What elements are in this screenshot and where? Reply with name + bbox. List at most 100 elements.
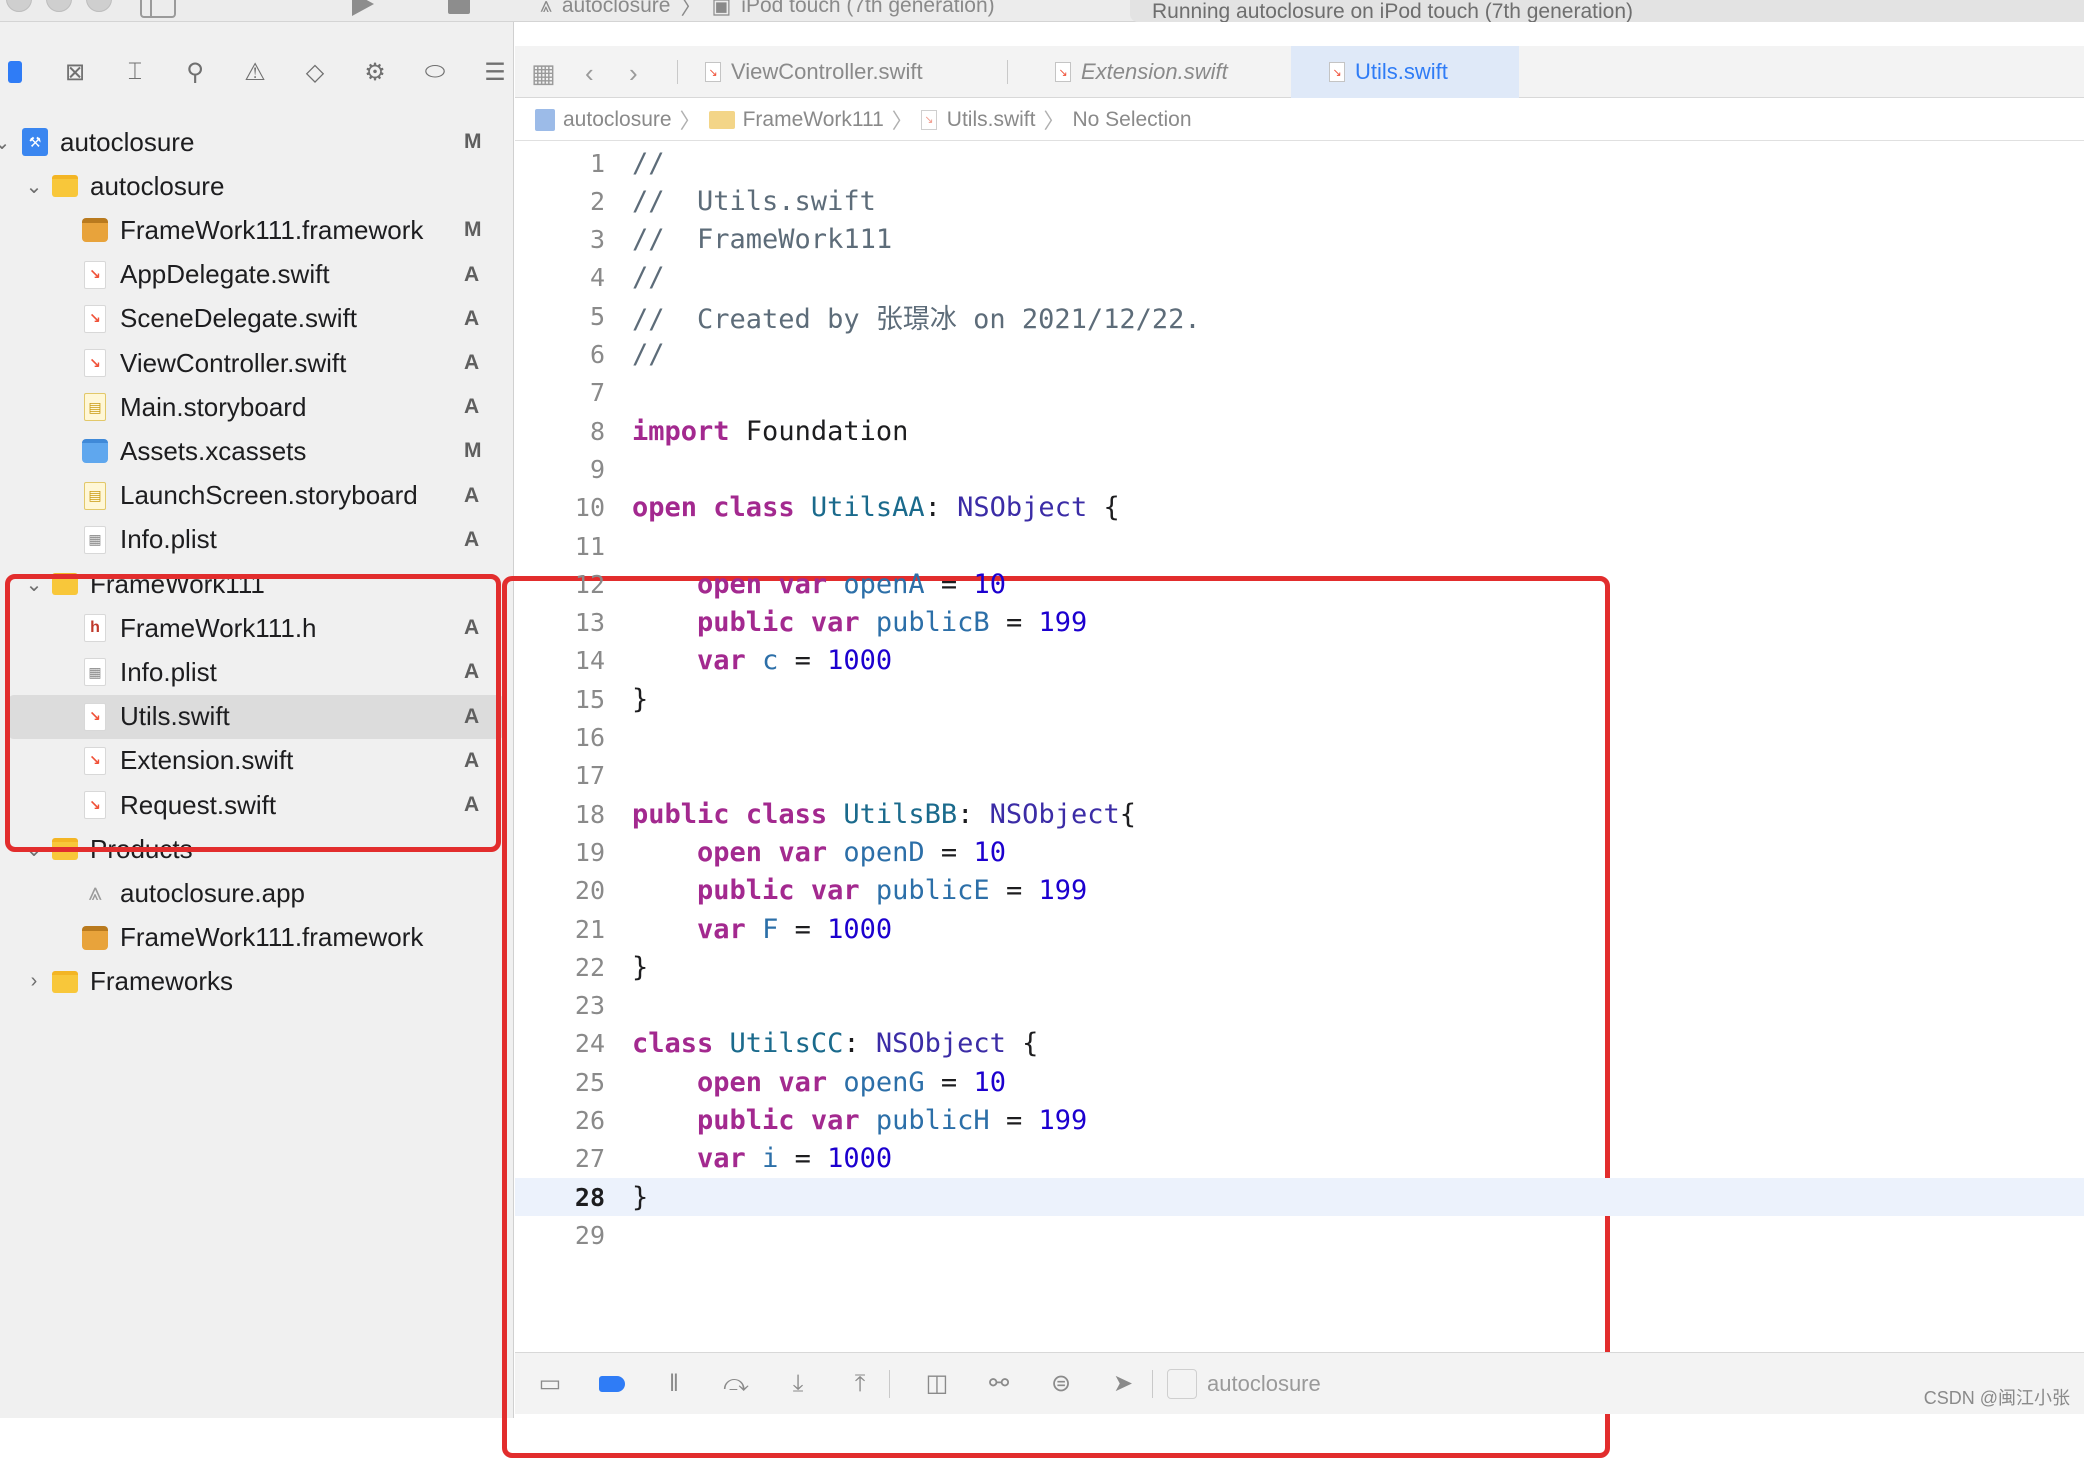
chevron-down-icon[interactable]: ⌄ bbox=[24, 174, 44, 199]
code-line[interactable]: 5// Created by 张璟冰 on 2021/12/22. bbox=[515, 297, 2084, 335]
tree-item-framework111-framework[interactable]: FrameWork111.frameworkM bbox=[8, 208, 504, 252]
code-text: // Created by 张璟冰 on 2021/12/22. bbox=[632, 297, 1201, 336]
breakpoints-toggle-icon[interactable] bbox=[597, 1369, 627, 1399]
jumpbar-group[interactable]: FrameWork111 bbox=[709, 108, 884, 132]
code-line[interactable]: 25 open var openG = 10 bbox=[515, 1063, 2084, 1101]
sidebar-toggle-icon[interactable] bbox=[140, 0, 176, 18]
environment-overrides-icon[interactable]: ⊜ bbox=[1046, 1369, 1076, 1399]
tree-item-scenedelegate-swift[interactable]: ↘SceneDelegate.swiftA bbox=[8, 297, 504, 341]
zoom-window-button[interactable] bbox=[86, 0, 112, 12]
tree-item-info-plist[interactable]: ▦Info.plistA bbox=[8, 518, 504, 562]
tree-item-autoclosure[interactable]: ⌄autoclosure bbox=[8, 164, 504, 208]
forward-button[interactable]: › bbox=[629, 58, 638, 89]
chevron-down-icon[interactable]: ⌄ bbox=[24, 837, 44, 862]
code-line[interactable]: 27 var i = 1000 bbox=[515, 1140, 2084, 1178]
memory-graph-icon[interactable]: ⚯ bbox=[984, 1369, 1014, 1399]
step-over-icon[interactable]: ⤼ bbox=[721, 1369, 751, 1399]
step-into-icon[interactable]: ⤓ bbox=[783, 1369, 813, 1399]
chevron-right-icon[interactable]: › bbox=[24, 970, 44, 993]
run-button[interactable] bbox=[352, 0, 374, 16]
code-line[interactable]: 7 bbox=[515, 374, 2084, 412]
code-line[interactable]: 1// bbox=[515, 144, 2084, 182]
code-line[interactable]: 6// bbox=[515, 336, 2084, 374]
code-token: openG bbox=[843, 1067, 924, 1098]
pause-icon[interactable]: ‖ bbox=[659, 1369, 689, 1399]
code-token bbox=[827, 1067, 843, 1098]
code-token: 1000 bbox=[827, 1143, 892, 1174]
tree-item-frameworks[interactable]: ›Frameworks bbox=[8, 960, 504, 1004]
back-button[interactable]: ‹ bbox=[585, 58, 594, 89]
code-line[interactable]: 11 bbox=[515, 527, 2084, 565]
step-out-icon[interactable]: ⤒ bbox=[845, 1369, 875, 1399]
minimize-window-button[interactable] bbox=[46, 0, 72, 12]
tree-item-framework111-h[interactable]: hFrameWork111.hA bbox=[8, 606, 504, 650]
code-line[interactable]: 18public class UtilsBB: NSObject{ bbox=[515, 795, 2084, 833]
line-number: 25 bbox=[515, 1068, 605, 1097]
tree-item-autoclosure[interactable]: ⌄⚒autoclosureM bbox=[8, 120, 504, 164]
jumpbar-selection[interactable]: No Selection bbox=[1072, 108, 1191, 132]
tree-item-viewcontroller-swift[interactable]: ↘ViewController.swiftA bbox=[8, 341, 504, 385]
project-navigator-icon[interactable] bbox=[0, 57, 30, 87]
tab-utils[interactable]: ↘ Utils.swift bbox=[1291, 46, 1519, 98]
chevron-down-icon[interactable]: ⌄ bbox=[0, 130, 12, 155]
code-line[interactable]: 22} bbox=[515, 948, 2084, 986]
code-token: } bbox=[632, 684, 648, 715]
code-line[interactable]: 16 bbox=[515, 719, 2084, 757]
code-line[interactable]: 3// FrameWork111 bbox=[515, 221, 2084, 259]
code-line[interactable]: 19 open var openD = 10 bbox=[515, 833, 2084, 871]
symbol-icon[interactable]: ⌶ bbox=[120, 57, 150, 87]
code-line[interactable]: 2// Utils.swift bbox=[515, 182, 2084, 220]
jumpbar-project[interactable]: autoclosure bbox=[535, 108, 672, 132]
breakpoint-icon[interactable]: ⬭ bbox=[420, 57, 450, 87]
view-hierarchy-icon[interactable]: ◫ bbox=[922, 1369, 952, 1399]
issue-icon[interactable]: ⚠ bbox=[240, 57, 270, 87]
code-token: // bbox=[632, 339, 665, 370]
code-line[interactable]: 8import Foundation bbox=[515, 412, 2084, 450]
code-token bbox=[632, 1105, 697, 1136]
tree-item-assets-xcassets[interactable]: Assets.xcassetsM bbox=[8, 429, 504, 473]
close-window-button[interactable] bbox=[6, 0, 32, 12]
code-line[interactable]: 29 bbox=[515, 1216, 2084, 1254]
code-line[interactable]: 24class UtilsCC: NSObject { bbox=[515, 1025, 2084, 1063]
tree-item-info-plist[interactable]: ▦Info.plistA bbox=[8, 650, 504, 694]
code-line[interactable]: 4// bbox=[515, 259, 2084, 297]
tree-item-framework111[interactable]: ⌄FrameWork111 bbox=[8, 562, 504, 606]
tree-item-autoclosure-app[interactable]: ⩓autoclosure.app bbox=[8, 871, 504, 915]
console-toggle-icon[interactable]: ▭ bbox=[535, 1369, 565, 1399]
simulate-location-icon[interactable]: ➤ bbox=[1108, 1369, 1138, 1399]
stop-button[interactable] bbox=[448, 0, 470, 14]
chevron-down-icon[interactable]: ⌄ bbox=[24, 572, 44, 597]
tree-item-request-swift[interactable]: ↘Request.swiftA bbox=[8, 783, 504, 827]
tree-item-extension-swift[interactable]: ↘Extension.swiftA bbox=[8, 739, 504, 783]
code-line[interactable]: 15} bbox=[515, 680, 2084, 718]
find-icon[interactable]: ⚲ bbox=[180, 57, 210, 87]
tab-viewcontroller[interactable]: ↘ ViewController.swift bbox=[705, 46, 935, 98]
tab-extension[interactable]: ↘ Extension.swift bbox=[1055, 46, 1285, 98]
source-control-icon[interactable]: ⊠ bbox=[60, 57, 90, 87]
code-line[interactable]: 14 var c = 1000 bbox=[515, 642, 2084, 680]
jumpbar-file[interactable]: ↘ Utils.swift bbox=[921, 108, 1036, 132]
test-icon[interactable]: ◇ bbox=[300, 57, 330, 87]
code-line[interactable]: 13 public var publicB = 199 bbox=[515, 604, 2084, 642]
debug-scheme-selector[interactable]: autoclosure bbox=[1167, 1369, 1321, 1399]
code-line[interactable]: 21 var F = 1000 bbox=[515, 910, 2084, 948]
code-line[interactable]: 10open class UtilsAA: NSObject { bbox=[515, 489, 2084, 527]
tree-item-utils-swift[interactable]: ↘Utils.swiftA bbox=[8, 695, 504, 739]
code-line[interactable]: 9 bbox=[515, 450, 2084, 488]
code-line[interactable]: 17 bbox=[515, 757, 2084, 795]
tree-item-products[interactable]: ⌄Products bbox=[8, 827, 504, 871]
tree-item-framework111-framework[interactable]: FrameWork111.framework bbox=[8, 916, 504, 960]
code-token: 10 bbox=[973, 569, 1006, 600]
tree-item-appdelegate-swift[interactable]: ↘AppDelegate.swiftA bbox=[8, 253, 504, 297]
report-icon[interactable]: ☰ bbox=[480, 57, 510, 87]
code-line[interactable]: 12 open var openA = 10 bbox=[515, 565, 2084, 603]
code-line[interactable]: 23 bbox=[515, 987, 2084, 1025]
tree-item-main-storyboard[interactable]: ▤Main.storyboardA bbox=[8, 385, 504, 429]
grid-icon[interactable]: ▦ bbox=[531, 58, 556, 89]
code-line[interactable]: 20 public var publicE = 199 bbox=[515, 872, 2084, 910]
debug-icon[interactable]: ⚙ bbox=[360, 57, 390, 87]
code-line[interactable]: 26 public var publicH = 199 bbox=[515, 1102, 2084, 1140]
tree-item-launchscreen-storyboard[interactable]: ▤LaunchScreen.storyboardA bbox=[8, 474, 504, 518]
code-line[interactable]: 28} bbox=[515, 1178, 2084, 1216]
scheme-selector[interactable]: ⩓ autoclosure 〉 ▣ iPod touch (7th genera… bbox=[540, 0, 995, 20]
